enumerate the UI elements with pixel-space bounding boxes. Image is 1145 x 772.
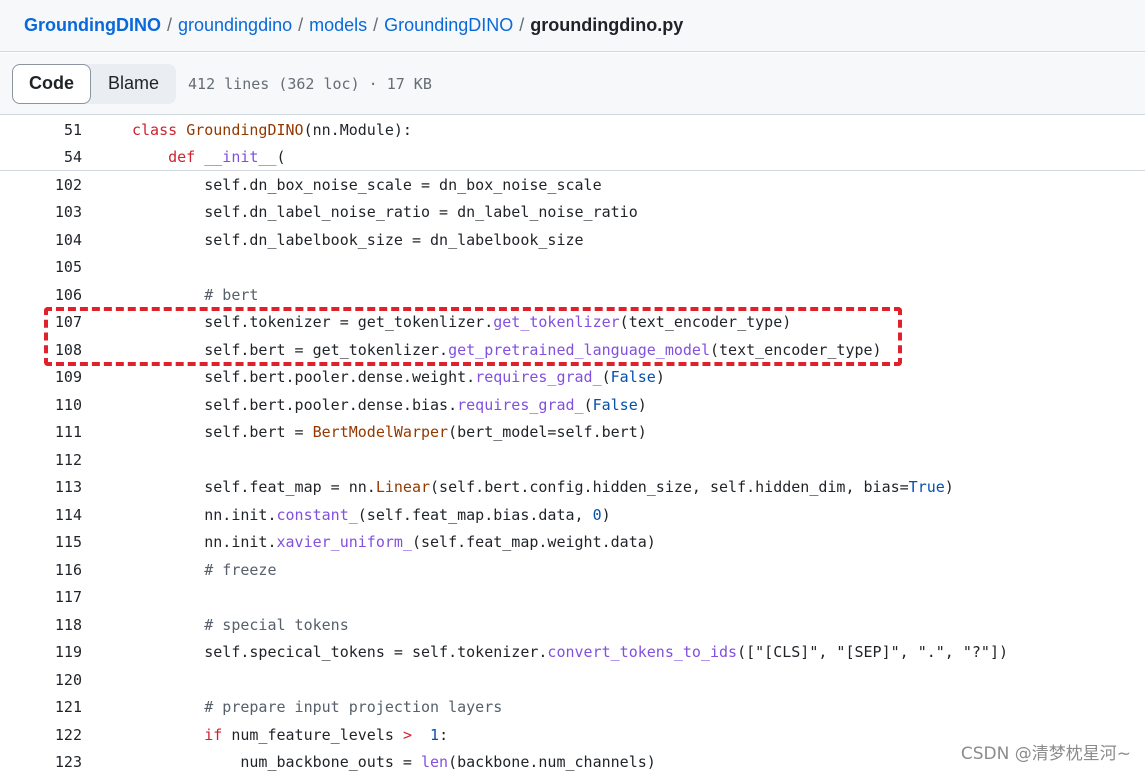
line-number[interactable]: 119	[0, 643, 82, 661]
line-number[interactable]: 112	[0, 451, 82, 469]
line-number[interactable]: 116	[0, 561, 82, 579]
line-number[interactable]: 111	[0, 423, 82, 441]
code-line: 108 self.bert = get_tokenlizer.get_pretr…	[0, 336, 1145, 364]
sticky-scroll-header: 51 class GroundingDINO(nn.Module): 54 def …	[0, 116, 1145, 171]
code-line: 114 nn.init.constant_(self.feat_map.bias…	[0, 501, 1145, 529]
code-text: self.dn_box_noise_scale = dn_box_noise_s…	[204, 175, 602, 194]
code-view: 102 self.dn_box_noise_scale = dn_box_noi…	[0, 171, 1145, 772]
breadcrumb-folder-link[interactable]: models	[309, 15, 367, 36]
code-line: 107 self.tokenizer = get_tokenlizer.get_…	[0, 309, 1145, 337]
line-number[interactable]: 102	[0, 176, 82, 194]
breadcrumb-separator: /	[373, 15, 379, 35]
code-text: class GroundingDINO(nn.Module):	[132, 120, 412, 139]
line-number[interactable]: 117	[0, 588, 82, 606]
line-number[interactable]: 103	[0, 203, 82, 221]
code-line: 54 def __init__(	[0, 143, 1145, 170]
code-line: 115 nn.init.xavier_uniform_(self.feat_ma…	[0, 529, 1145, 557]
code-text: self.tokenizer = get_tokenlizer.get_toke…	[204, 313, 792, 332]
code-line: 118 # special tokens	[0, 611, 1145, 639]
code-line: 109 self.bert.pooler.dense.weight.requir…	[0, 364, 1145, 392]
code-text: self.bert = get_tokenlizer.get_pretraine…	[204, 340, 882, 359]
code-text: if num_feature_levels > 1:	[204, 725, 449, 744]
code-line: 119 self.specical_tokens = self.tokenize…	[0, 639, 1145, 667]
code-text: self.feat_map = nn.Linear(self.bert.conf…	[204, 478, 954, 497]
line-number[interactable]: 120	[0, 671, 82, 689]
line-number[interactable]: 123	[0, 753, 82, 771]
line-number[interactable]: 108	[0, 341, 82, 359]
line-number[interactable]: 104	[0, 231, 82, 249]
code-line: 106 # bert	[0, 281, 1145, 309]
code-text: self.specical_tokens = self.tokenizer.co…	[204, 643, 1009, 662]
breadcrumb-folder-link[interactable]: groundingdino	[178, 15, 292, 36]
code-text: # bert	[204, 285, 259, 304]
code-line: 120	[0, 666, 1145, 694]
line-number[interactable]: 107	[0, 313, 82, 331]
file-info: 412 lines (362 loc) · 17 KB	[188, 74, 432, 93]
breadcrumb-separator: /	[166, 15, 172, 35]
line-number[interactable]: 109	[0, 368, 82, 386]
breadcrumb-folder-link[interactable]: GroundingDINO	[384, 15, 513, 36]
code-text: self.bert.pooler.dense.weight.requires_g…	[204, 368, 665, 387]
code-line: 116 # freeze	[0, 556, 1145, 584]
file-toolbar: Code Blame 412 lines (362 loc) · 17 KB	[0, 53, 1145, 115]
code-text: nn.init.constant_(self.feat_map.bias.dat…	[204, 505, 611, 524]
watermark: CSDN @清梦枕星河~	[960, 744, 1131, 764]
breadcrumb-current-file: groundingdino.py	[530, 15, 684, 35]
code-line: 113 self.feat_map = nn.Linear(self.bert.…	[0, 474, 1145, 502]
code-text: self.bert.pooler.dense.bias.requires_gra…	[204, 395, 647, 414]
line-number[interactable]: 105	[0, 258, 82, 276]
breadcrumb: GroundingDINO / groundingdino / models /…	[0, 0, 1145, 52]
line-number[interactable]: 118	[0, 616, 82, 634]
code-line: 117	[0, 584, 1145, 612]
code-line: 112	[0, 446, 1145, 474]
code-view-button[interactable]: Code	[12, 63, 91, 104]
code-text: self.dn_label_noise_ratio = dn_label_noi…	[204, 203, 638, 222]
view-mode-toggle: Code Blame	[12, 63, 177, 104]
line-number[interactable]: 106	[0, 286, 82, 304]
code-line: 104 self.dn_labelbook_size = dn_labelboo…	[0, 226, 1145, 254]
blame-view-button[interactable]: Blame	[91, 64, 176, 104]
code-line: 110 self.bert.pooler.dense.bias.requires…	[0, 391, 1145, 419]
code-text: # prepare input projection layers	[204, 698, 503, 717]
code-text: self.bert = BertModelWarper(bert_model=s…	[204, 423, 647, 442]
code-line: 111 self.bert = BertModelWarper(bert_mod…	[0, 419, 1145, 447]
code-line: 121 # prepare input projection layers	[0, 694, 1145, 722]
code-text: def __init__(	[168, 147, 286, 166]
code-line: 105	[0, 254, 1145, 282]
code-line: 51 class GroundingDINO(nn.Module):	[0, 116, 1145, 143]
breadcrumb-repo-link[interactable]: GroundingDINO	[24, 15, 161, 36]
line-number[interactable]: 54	[0, 148, 82, 166]
code-text: # special tokens	[204, 615, 349, 634]
breadcrumb-separator: /	[519, 15, 525, 35]
line-number[interactable]: 113	[0, 478, 82, 496]
code-text: nn.init.xavier_uniform_(self.feat_map.we…	[204, 533, 656, 552]
line-number[interactable]: 115	[0, 533, 82, 551]
line-number[interactable]: 114	[0, 506, 82, 524]
line-number[interactable]: 122	[0, 726, 82, 744]
breadcrumb-separator: /	[298, 15, 304, 35]
line-number[interactable]: 51	[0, 121, 82, 139]
line-number[interactable]: 110	[0, 396, 82, 414]
code-text: # freeze	[204, 560, 277, 579]
line-number[interactable]: 121	[0, 698, 82, 716]
code-text: self.dn_labelbook_size = dn_labelbook_si…	[204, 230, 584, 249]
code-line: 102 self.dn_box_noise_scale = dn_box_noi…	[0, 171, 1145, 199]
code-text: num_backbone_outs = len(backbone.num_cha…	[240, 753, 656, 772]
code-line: 103 self.dn_label_noise_ratio = dn_label…	[0, 199, 1145, 227]
